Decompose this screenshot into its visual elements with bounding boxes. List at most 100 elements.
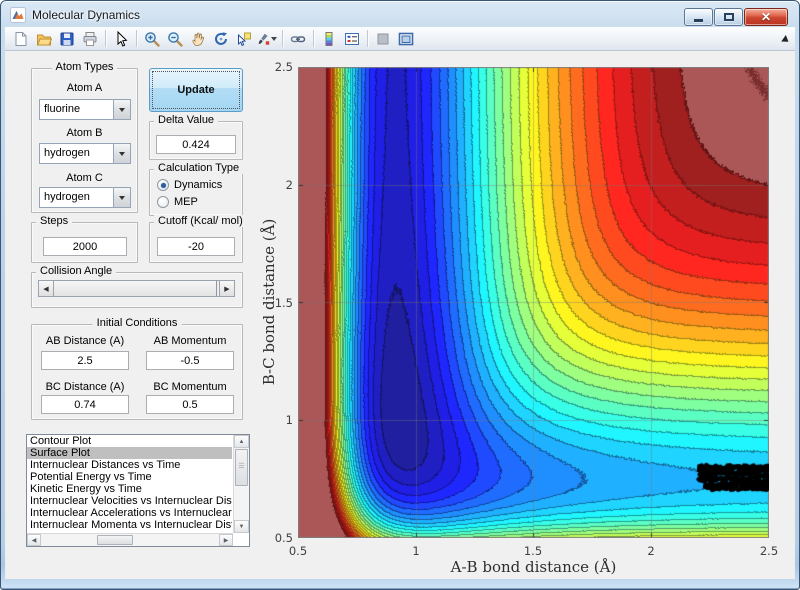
minimize-icon xyxy=(694,19,703,22)
x-tick-label: 2 xyxy=(631,544,671,558)
pes-contour-plot[interactable] xyxy=(298,67,769,538)
x-tick-label: 1.5 xyxy=(513,544,553,558)
toolbar-overflow-chevron-icon[interactable] xyxy=(781,35,791,45)
x-tick-label: 0.5 xyxy=(278,544,318,558)
atom-types-title: Atom Types xyxy=(52,61,118,73)
vertical-scrollbar[interactable]: ▲ ☰ ▼ xyxy=(233,435,249,533)
atom-b-dropdown-button[interactable] xyxy=(113,144,130,163)
list-item[interactable]: Internuclear Velocities vs Internuclear … xyxy=(27,495,232,507)
horizontal-scroll-thumb[interactable] xyxy=(97,535,133,545)
steps-title: Steps xyxy=(36,215,72,227)
slider-right-arrow[interactable]: ▶ xyxy=(219,281,234,296)
new-document-icon xyxy=(13,31,29,47)
pointer-tool-button[interactable] xyxy=(110,28,132,49)
new-document-button[interactable] xyxy=(10,28,32,49)
steps-field[interactable] xyxy=(43,237,127,256)
bc-distance-field[interactable] xyxy=(41,395,129,414)
scroll-up-arrow[interactable]: ▲ xyxy=(234,435,249,448)
brush-dropdown-icon[interactable] xyxy=(271,37,277,41)
slider-thumb[interactable] xyxy=(54,281,217,296)
toolbar-separator xyxy=(105,30,106,47)
atom-c-value: hydrogen xyxy=(40,188,113,207)
save-button[interactable] xyxy=(56,28,78,49)
y-tick-label: 0.5 xyxy=(259,531,293,545)
cutoff-field[interactable] xyxy=(157,237,235,256)
scroll-down-arrow[interactable]: ▼ xyxy=(234,520,249,533)
delta-value-title: Delta Value xyxy=(154,114,218,126)
close-button[interactable]: ✕ xyxy=(744,8,788,26)
ab-distance-field[interactable] xyxy=(41,351,129,370)
x-axis-label: A-B bond distance (Å) xyxy=(298,558,769,576)
hide-plot-tools-button[interactable] xyxy=(372,28,394,49)
insert-colorbar-button[interactable] xyxy=(318,28,340,49)
collision-angle-slider[interactable]: ◀ ▶ xyxy=(38,280,235,297)
show-plot-tools-button[interactable] xyxy=(395,28,417,49)
radio-mep-label: MEP xyxy=(174,196,198,208)
x-tick-label: 2.5 xyxy=(749,544,789,558)
data-cursor-icon xyxy=(236,31,252,47)
list-item-selected[interactable]: Surface Plot xyxy=(27,447,232,459)
atom-c-dropdown-button[interactable] xyxy=(113,188,130,207)
toolbar-separator xyxy=(367,30,368,47)
slider-left-arrow[interactable]: ◀ xyxy=(39,281,54,296)
maximize-icon xyxy=(724,13,734,21)
window-title: Molecular Dynamics xyxy=(32,8,140,22)
data-cursor-button[interactable] xyxy=(233,28,255,49)
brush-tool-button[interactable] xyxy=(256,28,278,49)
insert-legend-button[interactable] xyxy=(341,28,363,49)
radio-dynamics-label: Dynamics xyxy=(174,179,222,191)
link-plot-button[interactable] xyxy=(287,28,309,49)
radio-mep[interactable]: MEP xyxy=(157,196,198,208)
vertical-scroll-thumb[interactable]: ☰ xyxy=(235,449,248,486)
print-button[interactable] xyxy=(79,28,101,49)
scroll-right-arrow[interactable]: ▶ xyxy=(219,534,233,546)
list-item[interactable]: Kinetic Energy vs Time xyxy=(27,483,232,495)
zoom-in-button[interactable] xyxy=(141,28,163,49)
ab-momentum-field[interactable] xyxy=(146,351,234,370)
atom-a-select[interactable]: fluorine xyxy=(39,99,131,120)
list-item[interactable]: Potential Energy vs Time xyxy=(27,471,232,483)
atom-b-select[interactable]: hydrogen xyxy=(39,143,131,164)
zoom-out-icon xyxy=(167,31,183,47)
maximize-button[interactable] xyxy=(714,8,743,26)
matlab-logo-icon xyxy=(10,7,26,23)
zoom-out-button[interactable] xyxy=(164,28,186,49)
horizontal-scrollbar[interactable]: ◀ ▶ xyxy=(27,533,233,546)
list-item[interactable]: Contour Plot xyxy=(27,435,232,447)
delta-value-field[interactable] xyxy=(156,135,236,154)
radio-mep-icon xyxy=(157,196,169,208)
atom-c-select[interactable]: hydrogen xyxy=(39,187,131,208)
list-item[interactable]: Internuclear Distances vs Time xyxy=(27,459,232,471)
legend-icon xyxy=(344,31,360,47)
scroll-left-arrow[interactable]: ◀ xyxy=(27,534,41,546)
atom-b-value: hydrogen xyxy=(40,144,113,163)
chevron-down-icon xyxy=(119,108,125,112)
close-icon: ✕ xyxy=(761,11,771,23)
pan-tool-button[interactable] xyxy=(187,28,209,49)
minimize-button[interactable] xyxy=(684,8,713,26)
bc-momentum-field[interactable] xyxy=(146,395,234,414)
calculation-type-panel: Calculation Type xyxy=(149,169,243,216)
window-frame: Molecular Dynamics ✕ xyxy=(0,0,800,590)
rotate-3d-icon xyxy=(213,31,229,47)
ab-distance-label: AB Distance (A) xyxy=(41,335,129,347)
atom-a-label: Atom A xyxy=(31,82,138,94)
list-item[interactable]: Internuclear Momenta vs Internuclear Dis… xyxy=(27,519,232,531)
titlebar[interactable]: Molecular Dynamics ✕ xyxy=(2,2,798,27)
collision-angle-title: Collision Angle xyxy=(36,265,116,277)
cutoff-title: Cutoff (Kcal/ mol) xyxy=(154,215,247,227)
initial-conditions-title: Initial Conditions xyxy=(93,317,182,329)
atom-b-label: Atom B xyxy=(31,127,138,139)
y-axis-label: B-C bond distance (Å) xyxy=(260,219,278,386)
rotate-3d-button[interactable] xyxy=(210,28,232,49)
open-file-button[interactable] xyxy=(33,28,55,49)
radio-dynamics[interactable]: Dynamics xyxy=(157,179,222,191)
list-item[interactable]: Internuclear Accelerations vs Internucle… xyxy=(27,507,232,519)
toolbar-separator xyxy=(282,30,283,47)
atom-a-dropdown-button[interactable] xyxy=(113,100,130,119)
save-icon xyxy=(59,31,75,47)
plot-type-listbox[interactable]: Contour Plot Surface Plot Internuclear D… xyxy=(26,434,250,547)
bc-distance-label: BC Distance (A) xyxy=(41,381,129,393)
brush-icon xyxy=(257,31,270,47)
update-button[interactable]: Update xyxy=(149,68,243,112)
